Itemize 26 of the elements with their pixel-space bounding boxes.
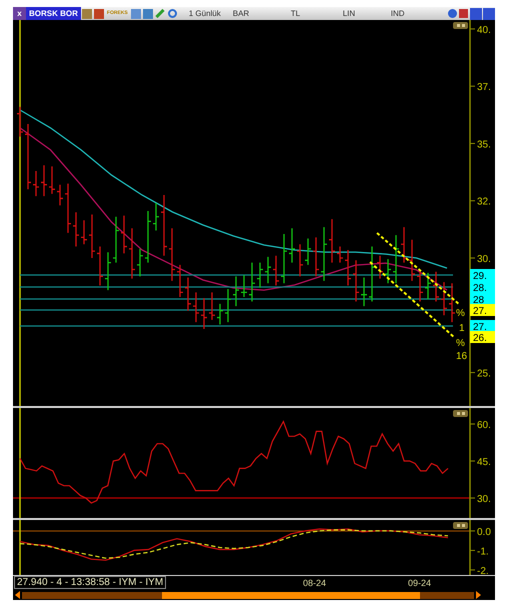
axis-note: %: [456, 308, 465, 319]
axis-label: 45.: [477, 457, 491, 468]
axis-label: 37.: [477, 82, 491, 94]
price-tag: 27.: [470, 304, 495, 317]
price-tag: 28: [470, 293, 495, 306]
status-readout: 27.940 - 4 - 13:38:58 - IYM - IYM: [14, 576, 166, 589]
axis-label: 60.: [477, 420, 491, 431]
axis-label: 35.: [477, 139, 491, 150]
axis-label: 30.: [477, 494, 491, 506]
axis-label: 40.: [477, 24, 491, 36]
price-tag: 27.: [470, 320, 495, 333]
axis-note: 1: [459, 323, 465, 334]
price-tag: 28.: [470, 281, 495, 294]
axis-note: 16: [456, 351, 468, 362]
axis-label: -1.: [477, 546, 489, 558]
axis-note: %: [456, 338, 465, 349]
date-label: 09-24: [408, 577, 432, 589]
axis-label: 30.: [477, 254, 491, 266]
price-tag: 26.: [470, 331, 495, 344]
symbol-label: BORSK BOR: [26, 7, 81, 20]
axis-label: 32.: [477, 196, 491, 208]
axis-label: -2.: [477, 566, 489, 575]
axis-label: 0.0: [477, 526, 491, 538]
axis-label: 25.: [477, 368, 491, 380]
price-tag: 29.: [470, 269, 495, 282]
date-label: 08-24: [303, 577, 326, 589]
